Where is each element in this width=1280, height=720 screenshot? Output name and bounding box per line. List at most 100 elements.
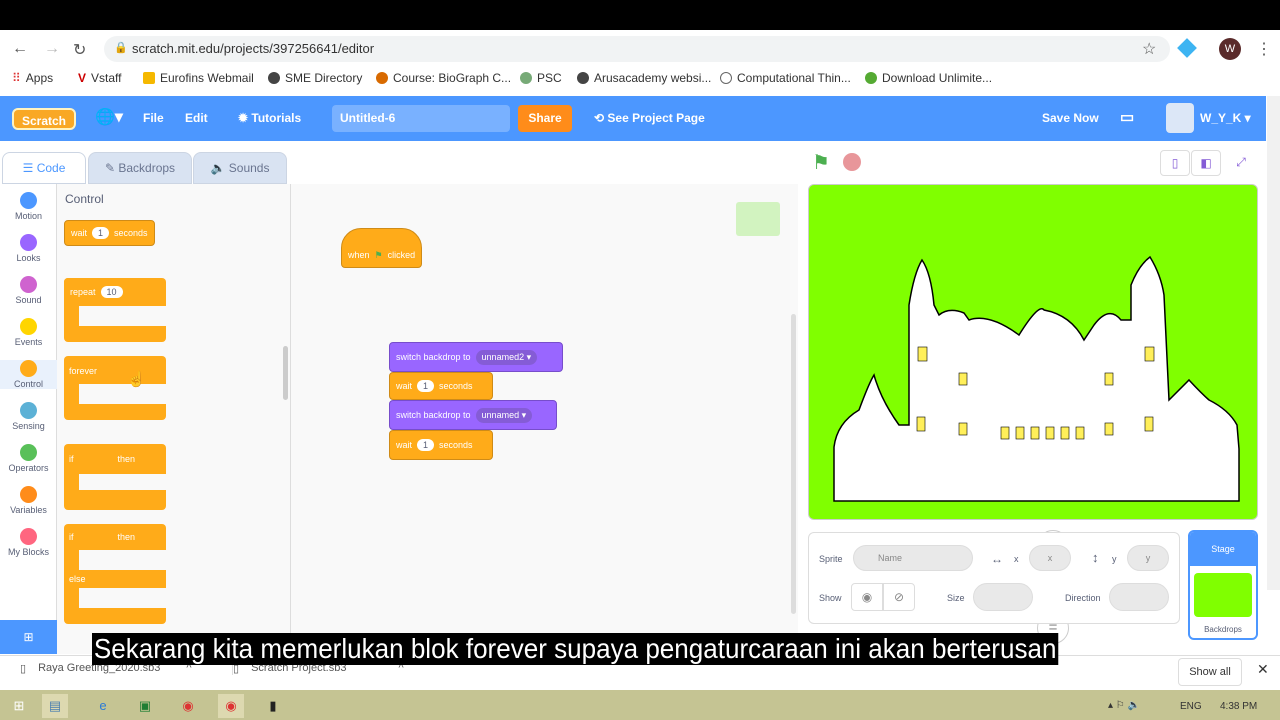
category-my-blocks[interactable]: My Blocks bbox=[0, 528, 57, 557]
category-looks[interactable]: Looks bbox=[0, 234, 57, 263]
bookmark-eurofins[interactable]: Eurofins Webmail bbox=[143, 71, 254, 85]
account-menu[interactable]: W_Y_K ▾ bbox=[1200, 111, 1251, 125]
y-arrows-icon: ↕ bbox=[1092, 550, 1099, 565]
palette-scrollbar[interactable] bbox=[283, 346, 288, 400]
switch-backdrop-block[interactable]: switch backdrop to unnamed2 ▾ bbox=[389, 342, 563, 372]
profile-avatar[interactable]: W bbox=[1219, 38, 1241, 60]
sprite-name-input[interactable]: Name bbox=[853, 545, 973, 571]
stop-button[interactable] bbox=[843, 153, 861, 171]
ie-icon[interactable]: e bbox=[90, 694, 116, 718]
tab-backdrops[interactable]: ✎ Backdrops bbox=[88, 152, 192, 184]
code-icon: ☰ bbox=[22, 161, 37, 175]
add-extension-button[interactable]: ⊞ bbox=[0, 620, 57, 654]
bookmark-apps[interactable]: ⠿ Apps bbox=[12, 71, 53, 85]
if-slot bbox=[79, 474, 166, 490]
backdrop-dropdown[interactable]: unnamed ▾ bbox=[475, 407, 533, 423]
wait-seconds-block[interactable]: wait 1 seconds bbox=[64, 220, 155, 246]
small-stage-button[interactable]: ▯ bbox=[1160, 150, 1190, 176]
language-indicator[interactable]: ENG bbox=[1180, 701, 1202, 712]
if-else-label: if then bbox=[69, 532, 136, 542]
stage-selector[interactable]: Stage Backdrops bbox=[1188, 530, 1258, 640]
when-flag-clicked-block[interactable]: when ⚑ clicked bbox=[341, 228, 423, 268]
if-then-label: if then bbox=[69, 454, 136, 464]
forever-slot bbox=[79, 384, 166, 404]
chrome-icon[interactable]: ◉ bbox=[175, 694, 201, 718]
file-menu[interactable]: File bbox=[143, 111, 164, 125]
show-all-button[interactable]: Show all bbox=[1178, 658, 1242, 686]
bookmark-psc[interactable]: PSC bbox=[520, 71, 562, 85]
green-flag-button[interactable]: ⚑ bbox=[812, 150, 830, 175]
scratch-logo[interactable]: Scratch bbox=[12, 108, 76, 130]
category-sensing[interactable]: Sensing bbox=[0, 402, 57, 431]
speaker-icon: 🔈 bbox=[210, 161, 229, 175]
computational-icon bbox=[720, 72, 732, 84]
wait-block[interactable]: wait 1 seconds bbox=[389, 372, 493, 400]
star-icon[interactable]: ☆ bbox=[1142, 39, 1156, 59]
brush-icon: ✎ bbox=[104, 161, 119, 175]
leaf-icon bbox=[865, 72, 877, 84]
fullscreen-button[interactable]: ⤢ bbox=[1226, 150, 1256, 176]
address-bar[interactable]: 🔒 scratch.mit.edu/projects/397256641/edit… bbox=[104, 36, 1170, 62]
project-title-input[interactable]: Untitled-6 bbox=[332, 105, 510, 132]
if-slot bbox=[79, 550, 166, 570]
tab-code[interactable]: ☰ Code bbox=[2, 152, 86, 184]
category-control[interactable]: Control bbox=[0, 360, 57, 389]
x-label: x bbox=[1014, 554, 1019, 564]
user-avatar[interactable] bbox=[1166, 103, 1194, 133]
category-events[interactable]: Events bbox=[0, 318, 57, 347]
stage-canvas[interactable] bbox=[808, 184, 1258, 520]
edit-menu[interactable]: Edit bbox=[185, 111, 208, 125]
hand-cursor-icon: ☝ bbox=[127, 371, 146, 388]
reload-icon[interactable]: ↻ bbox=[73, 40, 86, 60]
show-hidden-icon[interactable]: ⊘ bbox=[883, 583, 915, 611]
script-area[interactable]: when ⚑ clicked switch backdrop to unnamed2 … bbox=[291, 184, 1069, 654]
x-input[interactable]: x bbox=[1029, 545, 1071, 571]
file-explorer-icon[interactable]: ▤ bbox=[42, 694, 68, 718]
chrome-active-icon[interactable]: ◉ bbox=[218, 694, 244, 718]
bookmark-course[interactable]: Course: BioGraph C... bbox=[376, 71, 511, 85]
share-button[interactable]: Share bbox=[518, 105, 572, 132]
green-flag-icon: ⚑ bbox=[374, 249, 383, 260]
bookmark-arusacademy[interactable]: Arusacademy websi... bbox=[577, 71, 711, 85]
direction-input[interactable] bbox=[1109, 583, 1169, 611]
y-label: y bbox=[1112, 554, 1117, 564]
bookmark-vstaff[interactable]: V Vstaff bbox=[78, 71, 121, 85]
tray-icons[interactable]: ▴ ⚐ 🔈 bbox=[1108, 700, 1140, 711]
moodle-icon bbox=[376, 72, 388, 84]
backdrop-dropdown[interactable]: unnamed2 ▾ bbox=[475, 349, 538, 365]
category-operators[interactable]: Operators bbox=[0, 444, 57, 473]
app-icon[interactable]: ▮ bbox=[260, 694, 286, 718]
clock[interactable]: 4:38 PM bbox=[1220, 701, 1257, 712]
bookmark-computational[interactable]: Computational Thin... bbox=[720, 71, 851, 85]
lock-icon: 🔒 bbox=[114, 42, 128, 54]
page-scrollbar[interactable] bbox=[1267, 96, 1280, 590]
language-globe-icon[interactable]: 🌐▾ bbox=[95, 107, 123, 127]
script-scrollbar[interactable] bbox=[791, 314, 796, 614]
size-input[interactable] bbox=[973, 583, 1033, 611]
save-now-button[interactable]: Save Now bbox=[1042, 111, 1099, 125]
tab-sounds[interactable]: 🔈 Sounds bbox=[193, 152, 287, 184]
wait-block[interactable]: wait 1 seconds bbox=[389, 430, 493, 460]
video-subtitle: Sekarang kita memerlukan blok forever su… bbox=[92, 633, 1059, 665]
scratch-menubar: 🌐▾ File Edit ✹ Tutorials ⟲ See Project P… bbox=[0, 96, 1266, 141]
windows-start-icon[interactable]: ⊞ bbox=[6, 694, 32, 718]
tutorials-button[interactable]: ✹ Tutorials bbox=[238, 111, 301, 125]
my-stuff-folder-icon[interactable]: ▭ bbox=[1120, 108, 1134, 126]
category-sound[interactable]: Sound bbox=[0, 276, 57, 305]
forward-icon[interactable]: → bbox=[44, 40, 60, 58]
back-icon[interactable]: ← bbox=[12, 40, 28, 58]
see-project-page-button[interactable]: ⟲ See Project Page bbox=[594, 111, 705, 125]
block-palette: Control wait 1 seconds repeat 10 forever ☝ … bbox=[57, 184, 291, 654]
category-variables[interactable]: Variables bbox=[0, 486, 57, 515]
close-icon[interactable]: ✕ bbox=[1257, 661, 1269, 678]
show-visible-icon[interactable]: ◉ bbox=[851, 583, 883, 611]
category-motion[interactable]: Motion bbox=[0, 192, 57, 221]
excel-icon[interactable]: ▣ bbox=[132, 694, 158, 718]
forever-label: forever bbox=[69, 366, 98, 376]
switch-backdrop-block[interactable]: switch backdrop to unnamed ▾ bbox=[389, 400, 557, 430]
menu-icon[interactable]: ⋮ bbox=[1256, 39, 1272, 59]
large-stage-button[interactable]: ◧ bbox=[1191, 150, 1221, 176]
y-input[interactable]: y bbox=[1127, 545, 1169, 571]
bookmark-download[interactable]: Download Unlimite... bbox=[865, 71, 992, 85]
bookmark-sme[interactable]: SME Directory bbox=[268, 71, 362, 85]
